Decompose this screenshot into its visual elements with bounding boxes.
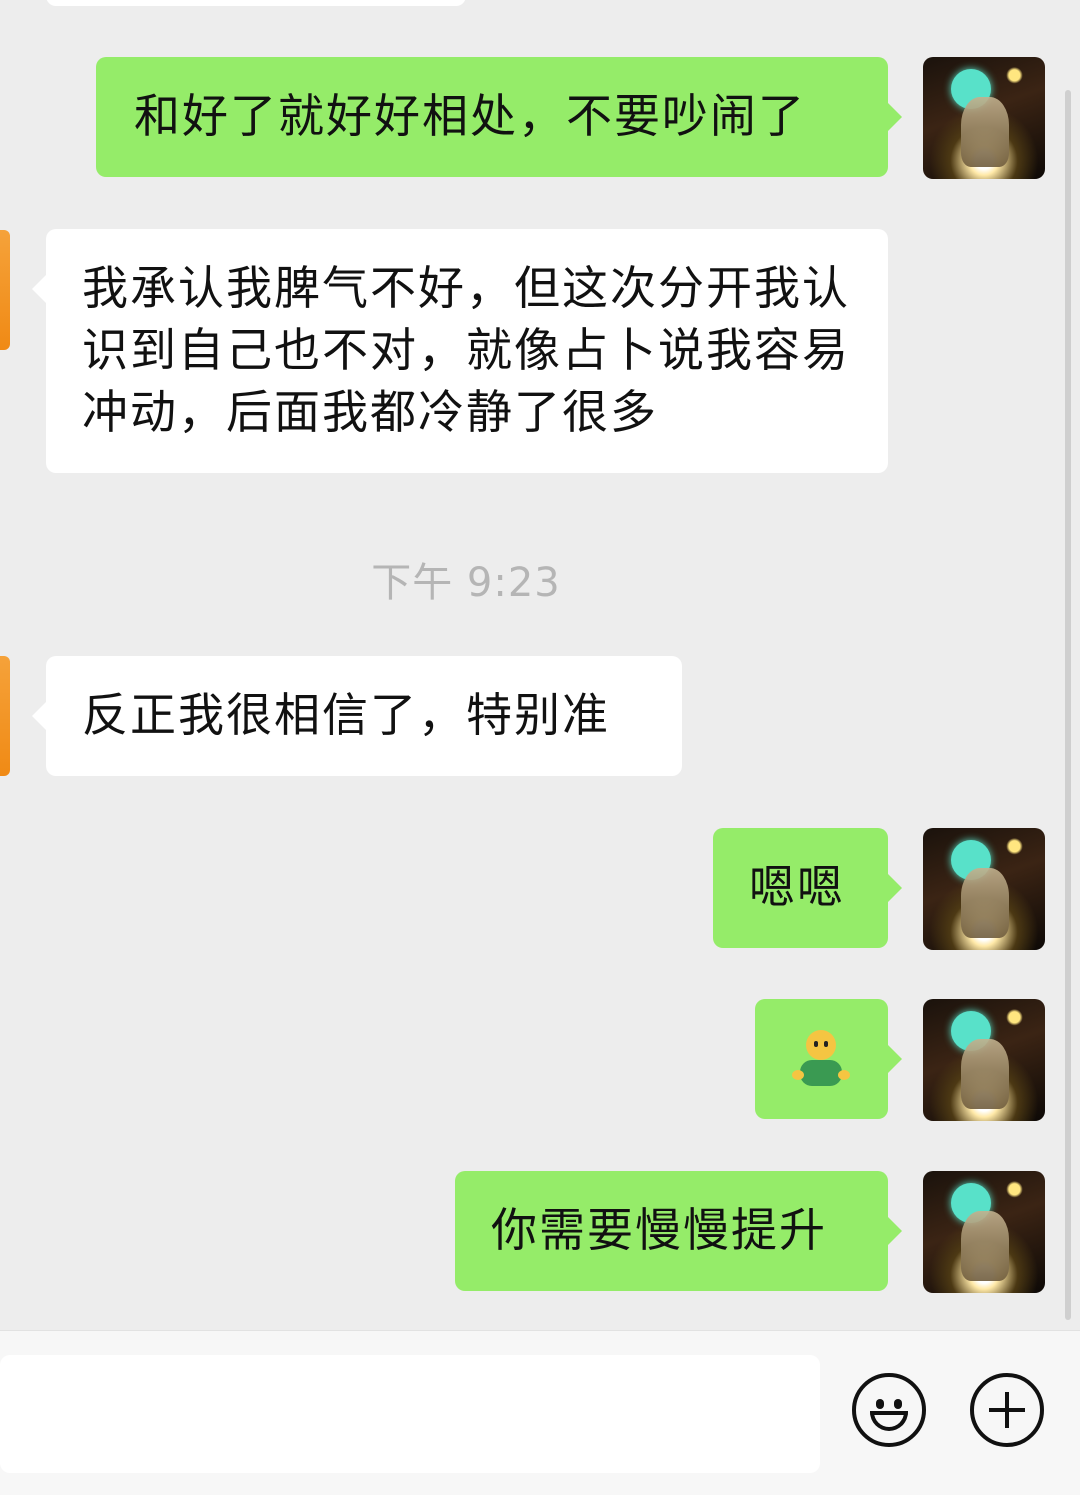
shrug-emoji-icon <box>792 1030 850 1090</box>
message-input[interactable] <box>0 1355 820 1473</box>
message-text: 你需要慢慢提升 <box>491 1203 827 1257</box>
message-text: 反正我很相信了，特别准 <box>82 688 610 742</box>
contact-avatar[interactable] <box>0 656 10 776</box>
message-bubble-me[interactable]: 嗯嗯 <box>713 828 902 948</box>
my-avatar[interactable] <box>923 828 1045 950</box>
chat-area[interactable]: 和好了就好好相处，不要吵闹了 我承认我脾气不好，但这次分开我认识到自己也不对，就… <box>0 0 1080 1330</box>
message-bubble-me[interactable]: 你需要慢慢提升 <box>455 1171 902 1291</box>
timestamp: 下午 9:23 <box>371 560 561 606</box>
my-avatar[interactable] <box>923 1171 1045 1293</box>
scrollbar[interactable] <box>1065 90 1071 1320</box>
message-bubble-me[interactable]: 和好了就好好相处，不要吵闹了 <box>96 57 902 177</box>
message-text: 我承认我脾气不好，但这次分开我认识到自己也不对，就像占卜说我容易冲动，后面我都冷… <box>82 261 850 439</box>
message-text: 嗯嗯 <box>749 860 845 914</box>
emoji-button[interactable] <box>852 1373 926 1447</box>
message-bubble-them[interactable]: 我承认我脾气不好，但这次分开我认识到自己也不对，就像占卜说我容易冲动，后面我都冷… <box>32 229 888 473</box>
message-text: 和好了就好好相处，不要吵闹了 <box>134 89 806 143</box>
message-bubble-them[interactable]: 反正我很相信了，特别准 <box>32 656 682 776</box>
previous-message-bubble <box>46 0 466 6</box>
input-toolbar <box>0 1330 1080 1495</box>
more-button[interactable] <box>970 1373 1044 1447</box>
my-avatar[interactable] <box>923 999 1045 1121</box>
my-avatar[interactable] <box>923 57 1045 179</box>
contact-avatar[interactable] <box>0 230 10 350</box>
